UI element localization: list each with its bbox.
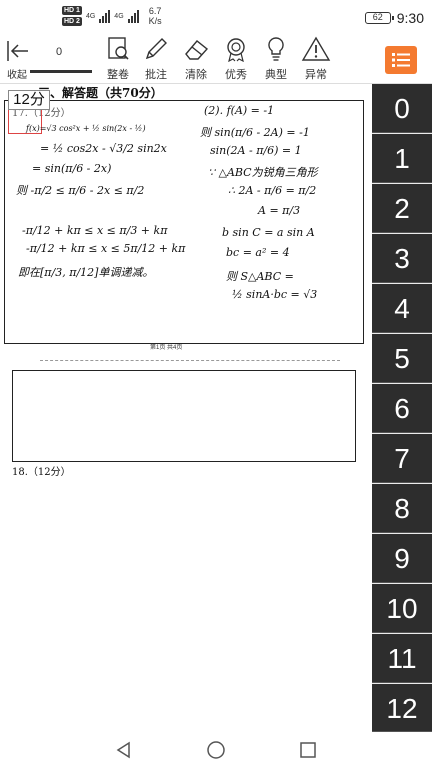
system-nav-bar [0, 732, 432, 768]
handwriting-line: -π/12 + kπ ≤ x ≤ π/3 + kπ [22, 224, 168, 237]
scan-paper-icon [108, 37, 129, 60]
score-option-6[interactable]: 6 [372, 384, 432, 433]
collapse-label: 收起 [7, 70, 27, 81]
network-type-1: 4G [85, 12, 96, 20]
answer-box [12, 370, 356, 462]
back-button[interactable] [114, 740, 134, 765]
menu-button[interactable] [385, 46, 417, 74]
tool-label: 整卷 [107, 69, 129, 81]
score-option-9[interactable]: 9 [372, 534, 432, 583]
annotate-button[interactable]: 批注 [136, 36, 176, 82]
question-18-label: 18.（12分） [12, 467, 71, 478]
score-option-8[interactable]: 8 [372, 484, 432, 533]
lightbulb-icon [268, 37, 284, 61]
tool-label: 典型 [265, 69, 287, 81]
abnormal-button[interactable]: 异常 [296, 36, 336, 82]
handwriting-line: bc = a² = 4 [226, 246, 290, 259]
handwriting-line: sin(2A - π/6) = 1 [210, 144, 302, 157]
battery-icon: 62 [364, 12, 394, 24]
answer-sheet-viewer[interactable]: 三、解答题（共70分） 17.（12分） 12分 f(x)=√3 cos²x +… [0, 84, 372, 732]
score-option-2[interactable]: 2 [372, 184, 432, 233]
tool-label: 异常 [305, 69, 327, 81]
handwriting-line: = sin(π/6 - 2x) [32, 162, 112, 175]
handwriting-line: (2). f(A) = -1 [204, 104, 275, 117]
home-button[interactable] [206, 740, 226, 765]
score-option-3[interactable]: 3 [372, 234, 432, 283]
counter: 0 [56, 46, 63, 58]
handwriting-line: ½ sinA·bc = √3 [232, 288, 318, 301]
handwriting-line: 则 sin(π/6 - 2A) = -1 [200, 126, 310, 139]
q17-answer-box [4, 100, 364, 344]
score-panel: 0 1 2 3 4 5 6 7 8 9 10 11 12 [372, 84, 432, 732]
excellent-button[interactable]: 优秀 [216, 36, 256, 82]
score-option-11[interactable]: 11 [372, 634, 432, 683]
score-tag: 12分 [8, 90, 50, 110]
clear-button[interactable]: 清除 [176, 36, 216, 82]
page-divider [40, 360, 340, 361]
pencil-icon [145, 38, 167, 60]
handwriting-line: -π/12 + kπ ≤ x ≤ 5π/12 + kπ [26, 242, 186, 255]
medal-icon [227, 38, 245, 62]
typical-button[interactable]: 典型 [256, 36, 296, 82]
handwriting-line: b sin C = a sin A [222, 226, 315, 239]
hd-indicators: HD 1 HD 2 [62, 6, 82, 26]
score-option-12[interactable]: 12 [372, 684, 432, 732]
toolbar: 收起 0 整卷 批注 清除 优秀 典型 异常 [0, 36, 432, 84]
score-option-0[interactable]: 0 [372, 84, 432, 133]
handwriting-line: f(x)=√3 cos²x + ½ sin(2x - ½) [26, 124, 146, 133]
tool-label: 优秀 [225, 69, 247, 81]
warning-icon [301, 36, 331, 61]
home-icon [207, 741, 225, 759]
status-bar: HD 1 HD 2 4G 4G 6.7 K/s 62 9:30 [0, 0, 432, 36]
handwriting-line: 即在[π/3, π/12]单调递减。 [18, 266, 154, 279]
eraser-icon [185, 40, 209, 60]
signal-icon [99, 9, 111, 23]
score-option-7[interactable]: 7 [372, 434, 432, 483]
handwriting-line: 则 -π/2 ≤ π/6 - 2x ≤ π/2 [16, 184, 145, 197]
page-footer: 第1页 共4页 [150, 345, 183, 351]
hd2-badge: HD 2 [62, 17, 82, 26]
progress-bar [30, 70, 92, 73]
whole-paper-button[interactable]: 整卷 [98, 36, 138, 82]
hd1-badge: HD 1 [62, 6, 82, 15]
status-right: 62 9:30 [364, 10, 424, 26]
back-icon [116, 741, 130, 759]
network-speed: 6.7 K/s [149, 6, 162, 26]
section-heading: 三、解答题（共70分） [38, 86, 163, 100]
list-menu-icon [392, 53, 410, 67]
network-type-2: 4G [114, 12, 124, 20]
clock: 9:30 [396, 10, 424, 26]
speed-value: 6.7 [148, 6, 162, 16]
score-option-5[interactable]: 5 [372, 334, 432, 383]
handwriting-line: ∴ 2A - π/6 = π/2 [228, 184, 317, 197]
handwriting-line: ∵ △ABC为锐角三角形 [208, 166, 318, 179]
handwriting-line: = ½ cos2x - √3/2 sin2x [40, 142, 167, 155]
recent-apps-icon [300, 742, 316, 758]
collapse-button[interactable]: 收起 [2, 38, 32, 81]
handwriting-line: 则 S△ABC = [226, 270, 294, 283]
signal-icon-2 [127, 9, 139, 23]
speed-unit: K/s [148, 16, 162, 26]
recent-apps-button[interactable] [298, 740, 318, 765]
score-option-10[interactable]: 10 [372, 584, 432, 633]
score-option-4[interactable]: 4 [372, 284, 432, 333]
tool-label: 批注 [145, 69, 167, 81]
collapse-icon [7, 41, 28, 61]
score-option-1[interactable]: 1 [372, 134, 432, 183]
status-left: HD 1 HD 2 4G 4G 6.7 K/s [62, 6, 162, 26]
handwriting-line: A = π/3 [258, 204, 301, 217]
tool-label: 清除 [185, 69, 207, 81]
